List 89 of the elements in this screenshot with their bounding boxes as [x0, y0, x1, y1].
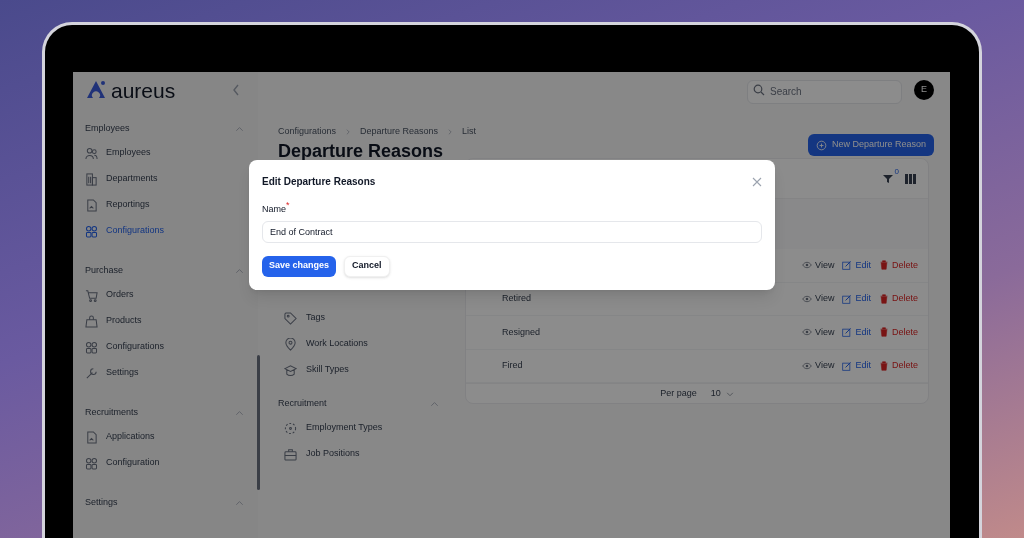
new-departure-reason-button[interactable]: New Departure Reason [807, 134, 934, 156]
eye-icon [802, 360, 813, 371]
view-link[interactable]: View [802, 325, 835, 339]
page-title: Departure Reasons [278, 140, 444, 162]
briefcase-icon [284, 447, 297, 461]
search-field[interactable]: Search [747, 79, 902, 104]
grid-icon [85, 340, 98, 354]
sidebar-item[interactable]: Configurations [73, 218, 258, 244]
config-nav-item[interactable]: Skill Types [278, 357, 443, 383]
sidebar-item[interactable]: Configurations [73, 334, 258, 360]
plus-circle-icon [815, 139, 827, 151]
filter-icon[interactable] [882, 173, 893, 184]
eye-icon [802, 260, 813, 271]
view-link[interactable]: View [802, 292, 835, 306]
logo-text: aureus [111, 79, 176, 101]
trash-icon [879, 293, 889, 304]
per-page-select[interactable]: 10 [710, 386, 734, 401]
filter-count-label: 0 [894, 165, 899, 178]
edit-icon [842, 260, 853, 271]
chevron-right-icon [446, 128, 455, 136]
cap-icon [284, 363, 297, 377]
chevron-up-icon[interactable] [235, 124, 244, 134]
close-icon[interactable] [752, 176, 762, 187]
config-nav-item[interactable]: Employment Types [278, 415, 443, 441]
view-link[interactable]: View [802, 359, 835, 373]
sidebar-item[interactable]: Products [73, 308, 258, 334]
name-field[interactable]: End of Contract [262, 220, 762, 243]
sidebar-item[interactable]: Employees [73, 140, 258, 166]
building-icon [85, 172, 98, 186]
config-nav-item[interactable]: Work Locations [278, 331, 443, 357]
bag-icon [85, 314, 98, 328]
edit-icon [842, 360, 853, 371]
users-icon [85, 146, 98, 160]
trash-icon [879, 360, 889, 371]
document-icon [85, 198, 98, 212]
edit-link[interactable]: Edit [842, 292, 871, 306]
sidebar-item[interactable]: Departments [73, 166, 258, 192]
sidebar-item[interactable]: Reportings [73, 192, 258, 218]
cancel-button[interactable]: Cancel [344, 255, 390, 277]
table-cell-text: Fired [502, 359, 523, 372]
chevron-up-icon[interactable] [430, 399, 439, 409]
save-changes-button[interactable]: Save changes [262, 255, 337, 277]
delete-link[interactable]: Delete [879, 258, 918, 272]
breadcrumb-link[interactable]: Configurations [278, 125, 337, 139]
edit-link[interactable]: Edit [842, 258, 871, 272]
wrench-icon [85, 366, 98, 380]
eye-icon [802, 327, 813, 338]
sidebar-section-title: Purchase [85, 264, 124, 278]
table-cell-text: Retired [502, 292, 531, 305]
config-section-title: Recruitment [278, 397, 327, 411]
sidebar-section-title: Recruitments [85, 406, 138, 420]
dialog-title: Edit Departure Reasons [262, 175, 376, 189]
eye-icon [802, 293, 813, 304]
search-icon [753, 84, 765, 96]
grid-icon [85, 224, 98, 238]
chevron-up-icon[interactable] [235, 498, 244, 508]
per-page-label: Per page [660, 386, 697, 400]
table-cell: Resigned [502, 325, 541, 339]
columns-icon[interactable] [905, 173, 916, 184]
logo-icon [85, 79, 107, 101]
chevron-up-icon[interactable] [235, 408, 244, 418]
avatar[interactable]: E [914, 80, 934, 100]
view-link[interactable]: View [802, 258, 835, 272]
sidebar-section-title: Employees [85, 122, 130, 136]
dashed-circle-icon [284, 421, 297, 435]
delete-link[interactable]: Delete [879, 292, 918, 306]
grid-icon [85, 456, 98, 470]
chevron-up-icon[interactable] [235, 266, 244, 276]
chevron-right-icon [344, 128, 353, 136]
config-nav-item[interactable]: Job Positions [278, 441, 443, 467]
trash-icon [879, 327, 889, 338]
edit-link[interactable]: Edit [842, 325, 871, 339]
cart-icon [85, 288, 98, 302]
sidebar-item[interactable]: Orders [73, 282, 258, 308]
chevron-down-icon [725, 389, 734, 398]
edit-icon [842, 293, 853, 304]
trash-icon [879, 260, 889, 271]
breadcrumb-link[interactable]: Departure Reasons [360, 125, 439, 139]
config-nav-item[interactable]: Tags [278, 305, 443, 331]
document-icon [85, 430, 98, 444]
scrollbar[interactable] [257, 355, 260, 490]
tag-icon [284, 311, 297, 325]
breadcrumb-link[interactable]: List [462, 125, 477, 139]
delete-link[interactable]: Delete [879, 325, 918, 339]
sidebar-section-title: Settings [85, 496, 118, 510]
edit-icon [842, 327, 853, 338]
delete-link[interactable]: Delete [879, 359, 918, 373]
location-pin-icon [284, 337, 297, 351]
edit-link[interactable]: Edit [842, 359, 871, 373]
